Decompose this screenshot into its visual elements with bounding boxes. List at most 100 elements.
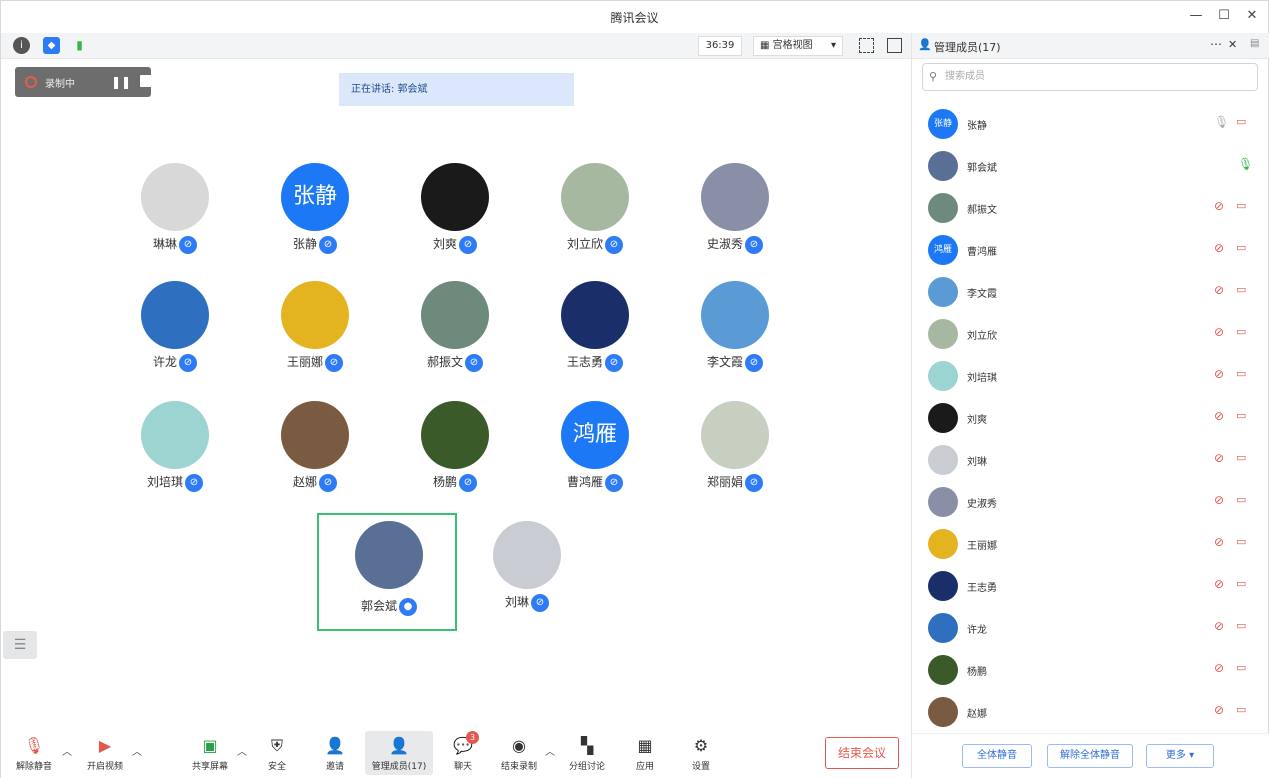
list-toggle-button[interactable]: ☰	[3, 631, 37, 659]
chat-button[interactable]: 💬 3 聊天	[445, 731, 481, 775]
video-off-icon[interactable]: ▭	[1236, 115, 1246, 128]
participant-tile[interactable]: 琳琳 ⊘	[105, 157, 245, 257]
mic-muted-icon[interactable]: ⊘	[1214, 577, 1224, 591]
participant-tile[interactable]: 郝振文 ⊘	[385, 275, 525, 375]
breakout-rooms-button[interactable]: ▚ 分组讨论	[565, 731, 609, 775]
video-off-icon[interactable]: ▭	[1236, 535, 1246, 548]
unmute-button[interactable]: 🎙 解除静音	[9, 731, 59, 775]
member-row[interactable]: 张静 张静 🎙 ▭	[912, 103, 1269, 145]
invite-button[interactable]: 👤 邀请	[317, 731, 353, 775]
unmute-all-button[interactable]: 解除全体静音	[1047, 744, 1133, 768]
mic-muted-icon[interactable]: ⊘	[1214, 409, 1224, 423]
fullscreen-icon[interactable]	[859, 38, 874, 53]
start-video-button[interactable]: ▶ 开启视频	[79, 731, 131, 775]
end-meeting-button[interactable]: 结束会议	[825, 737, 899, 769]
pin-icon[interactable]: ▤	[1250, 38, 1259, 49]
member-row[interactable]: 郭会斌 🎙	[912, 145, 1269, 187]
participant-tile[interactable]: 刘爽 ⊘	[385, 157, 525, 257]
video-off-icon[interactable]: ▭	[1236, 241, 1246, 254]
shield-icon[interactable]: ◆	[43, 37, 60, 54]
member-row[interactable]: 刘立欣 ⊘ ▭	[912, 313, 1269, 355]
mic-muted-icon[interactable]: ⊘	[1214, 619, 1224, 633]
member-row[interactable]: 李文霞 ⊘ ▭	[912, 271, 1269, 313]
chevron-up-icon[interactable]: ︿	[132, 743, 142, 758]
participant-tile[interactable]: 杨鹏 ⊘	[385, 395, 525, 495]
participant-name: 郑丽娟	[706, 475, 743, 489]
avatar	[421, 163, 489, 231]
mic-muted-icon[interactable]: ⊘	[1214, 535, 1224, 549]
member-row[interactable]: 刘琳 ⊘ ▭	[912, 439, 1269, 481]
participant-tile[interactable]: 郑丽娟 ⊘	[665, 395, 805, 495]
security-button[interactable]: ⛨ 安全	[259, 731, 295, 775]
participant-tile[interactable]: 鸿雁 曹鸿雁 ⊘	[525, 395, 665, 495]
stop-recording-button[interactable]	[140, 75, 152, 87]
participant-tile[interactable]: 赵娜 ⊘	[245, 395, 385, 495]
video-off-icon[interactable]: ▭	[1236, 199, 1246, 212]
settings-button[interactable]: ⚙ 设置	[683, 731, 719, 775]
mic-icon[interactable]: 🎙	[1214, 115, 1229, 129]
share-screen-button[interactable]: ▣ 共享屏幕	[185, 731, 235, 775]
info-icon[interactable]: i	[13, 37, 30, 54]
member-row[interactable]: 王志勇 ⊘ ▭	[912, 565, 1269, 607]
mic-muted-icon[interactable]: ⊘	[1214, 703, 1224, 717]
participant-tile[interactable]: 王志勇 ⊘	[525, 275, 665, 375]
avatar	[928, 361, 958, 391]
manage-members-button[interactable]: 👤 管理成员(17)	[365, 731, 433, 775]
participant-tile[interactable]: 史淑秀 ⊘	[665, 157, 805, 257]
video-off-icon[interactable]: ▭	[1236, 661, 1246, 674]
mic-muted-icon[interactable]: ⊘	[1214, 241, 1224, 255]
participant-tile[interactable]: 王丽娜 ⊘	[245, 275, 385, 375]
video-off-icon[interactable]: ▭	[1236, 409, 1246, 422]
member-row[interactable]: 鸿雁 曹鸿雁 ⊘ ▭	[912, 229, 1269, 271]
member-row[interactable]: 许龙 ⊘ ▭	[912, 607, 1269, 649]
video-off-icon[interactable]: ▭	[1236, 451, 1246, 464]
participant-tile[interactable]: 张静 张静 ⊘	[245, 157, 385, 257]
minimize-icon[interactable]: —	[1187, 7, 1205, 25]
close-icon[interactable]: ✕	[1228, 38, 1237, 51]
stop-recording-toolbar-button[interactable]: ◉ 结束录制	[497, 731, 541, 775]
video-off-icon[interactable]: ▭	[1236, 493, 1246, 506]
more-button[interactable]: 更多 ▾	[1146, 744, 1214, 768]
close-icon[interactable]: ✕	[1243, 7, 1261, 25]
maximize-icon[interactable]: ☐	[1215, 7, 1233, 25]
more-icon[interactable]: ⋯	[1210, 37, 1222, 51]
participant-tile[interactable]: 郭会斌 ●	[317, 513, 457, 631]
member-search-input[interactable]: ⚲ 搜索成员	[922, 63, 1258, 91]
member-row[interactable]: 刘培琪 ⊘ ▭	[912, 355, 1269, 397]
video-off-icon[interactable]: ▭	[1236, 325, 1246, 338]
chevron-up-icon[interactable]: ︿	[545, 743, 555, 758]
participant-tile[interactable]: 李文霞 ⊘	[665, 275, 805, 375]
participant-tile[interactable]: 许龙 ⊘	[105, 275, 245, 375]
video-off-icon[interactable]: ▭	[1236, 283, 1246, 296]
mic-muted-icon[interactable]: ⊘	[1214, 325, 1224, 339]
mic-muted-icon[interactable]: ⊘	[1214, 367, 1224, 381]
pause-recording-button[interactable]: ❚❚	[109, 70, 133, 94]
mic-muted-icon[interactable]: ⊘	[1214, 493, 1224, 507]
mic-muted-icon[interactable]: ⊘	[1214, 199, 1224, 213]
participant-tile[interactable]: 刘培琪 ⊘	[105, 395, 245, 495]
mic-muted-icon[interactable]: ⊘	[1214, 283, 1224, 297]
chevron-up-icon[interactable]: ︿	[237, 743, 247, 758]
video-off-icon[interactable]: ▭	[1236, 619, 1246, 632]
mute-all-button[interactable]: 全体静音	[962, 744, 1032, 768]
member-row[interactable]: 赵娜 ⊘ ▭	[912, 691, 1269, 733]
member-row[interactable]: 王丽娜 ⊘ ▭	[912, 523, 1269, 565]
video-off-icon[interactable]: ▭	[1236, 577, 1246, 590]
mic-muted-icon[interactable]: ⊘	[1214, 451, 1224, 465]
member-name: 张静	[967, 121, 987, 132]
sidebar-toggle-icon[interactable]	[887, 38, 902, 53]
participant-tile[interactable]: 刘立欣 ⊘	[525, 157, 665, 257]
view-mode-button[interactable]: ▦ 宫格视图 ▾	[753, 36, 843, 56]
mic-muted-icon[interactable]: ⊘	[1214, 661, 1224, 675]
signal-icon[interactable]: ▮	[71, 37, 88, 54]
chevron-up-icon[interactable]: ︿	[62, 743, 72, 758]
member-row[interactable]: 杨鹏 ⊘ ▭	[912, 649, 1269, 691]
mic-on-icon[interactable]: 🎙	[1238, 157, 1253, 171]
apps-button[interactable]: ▦ 应用	[627, 731, 663, 775]
participant-tile[interactable]: 刘琳 ⊘	[457, 515, 597, 615]
member-row[interactable]: 史淑秀 ⊘ ▭	[912, 481, 1269, 523]
video-off-icon[interactable]: ▭	[1236, 703, 1246, 716]
member-row[interactable]: 郝振文 ⊘ ▭	[912, 187, 1269, 229]
video-off-icon[interactable]: ▭	[1236, 367, 1246, 380]
member-row[interactable]: 刘爽 ⊘ ▭	[912, 397, 1269, 439]
